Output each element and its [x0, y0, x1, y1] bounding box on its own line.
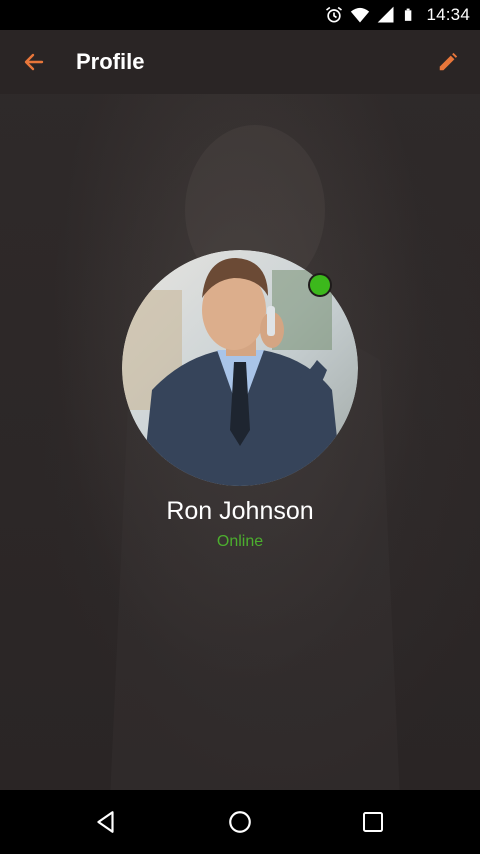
nav-back-button[interactable] [86, 802, 126, 842]
app-root: 14:34 Profile Ron Johnson Online [0, 0, 480, 854]
profile-name: Ron Johnson [166, 497, 314, 525]
online-status-dot [310, 275, 330, 295]
wifi-icon [351, 7, 370, 23]
nav-recents-button[interactable] [353, 802, 393, 842]
profile-status: Online [216, 533, 264, 550]
app-bar: Profile [0, 30, 480, 94]
status-time: 14:34 [426, 5, 470, 24]
pencil-icon [439, 52, 458, 71]
system-nav-bar [0, 790, 480, 854]
page-title: Profile [76, 49, 145, 74]
nav-back-icon [97, 811, 114, 833]
edit-profile-button[interactable] [426, 40, 470, 84]
nav-home-icon [229, 811, 251, 833]
signal-icon [378, 6, 394, 23]
nav-recents-icon [363, 812, 383, 832]
avatar-container [122, 250, 358, 486]
alarm-icon [326, 6, 343, 23]
status-bar: 14:34 [0, 0, 480, 30]
back-button[interactable] [12, 40, 56, 84]
arrow-back-icon [24, 53, 44, 71]
battery-icon [405, 8, 412, 21]
nav-home-button[interactable] [220, 802, 260, 842]
